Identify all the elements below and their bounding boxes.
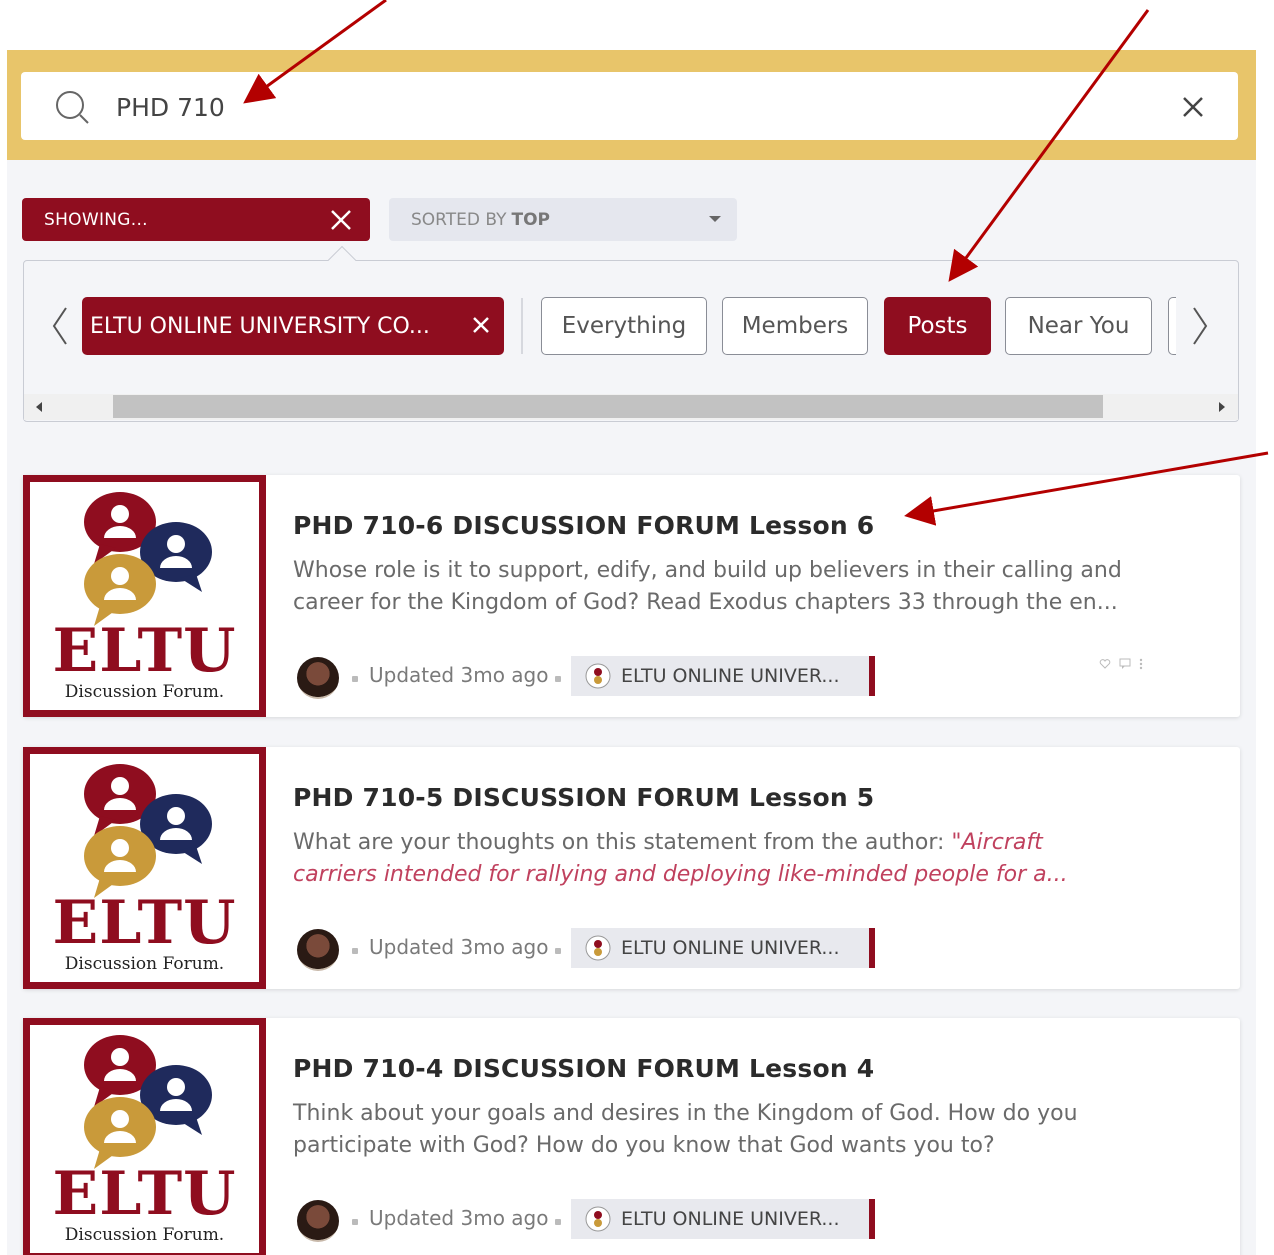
thumbnail-caption: Discussion Forum. (64, 954, 225, 974)
chevron-right-icon[interactable] (1188, 304, 1212, 348)
chip-divider (521, 298, 523, 354)
close-icon[interactable] (328, 207, 354, 233)
post-title[interactable]: PHD 710-4 DISCUSSION FORUM Lesson 4 (293, 1054, 874, 1083)
post-updated: Updated 3mo ago (369, 663, 549, 687)
sort-select[interactable]: SORTED BY TOP (389, 198, 737, 241)
chip-near-you[interactable]: Near You (1005, 297, 1152, 355)
post-card[interactable]: ELTU Discussion Forum. PHD 710-6 DISCUSS… (23, 475, 1240, 717)
thumbnail-brand: ELTU (52, 888, 237, 958)
sort-prefix: SORTED BY (411, 209, 507, 230)
showing-filter-button[interactable]: SHOWING... (22, 198, 370, 241)
group-logo-icon (585, 663, 611, 689)
meta-separator (352, 1219, 358, 1225)
forum-thumbnail: ELTU Discussion Forum. (23, 475, 266, 717)
meta-separator (352, 676, 358, 682)
group-badge[interactable]: ELTU ONLINE UNIVER... (571, 1199, 875, 1239)
meta-separator (352, 948, 358, 954)
meta-separator (555, 676, 561, 682)
chip-posts[interactable]: Posts (884, 297, 991, 355)
scope-chip[interactable]: ELTU ONLINE UNIVERSITY CO... (82, 297, 504, 355)
post-card[interactable]: ELTU Discussion Forum. PHD 710-5 DISCUSS… (23, 747, 1240, 989)
sort-value: TOP (511, 209, 550, 230)
showing-label: SHOWING... (44, 209, 148, 230)
avatar[interactable] (297, 929, 339, 971)
forum-thumbnail: ELTU Discussion Forum. (23, 747, 266, 989)
post-excerpt: Whose role is it to support, edify, and … (293, 558, 1122, 615)
chip-partial[interactable] (1168, 297, 1176, 355)
thumbnail-brand: ELTU (52, 1159, 237, 1229)
scroll-left-icon[interactable] (36, 402, 42, 412)
post-excerpt: What are your thoughts on this statement… (293, 830, 1068, 887)
post-title[interactable]: PHD 710-6 DISCUSSION FORUM Lesson 6 (293, 511, 874, 540)
chip-members[interactable]: Members (722, 297, 868, 355)
more-icon[interactable] (1139, 658, 1143, 670)
group-badge[interactable]: ELTU ONLINE UNIVER... (571, 928, 875, 968)
post-actions (1099, 658, 1143, 670)
group-name: ELTU ONLINE UNIVER... (621, 665, 840, 687)
post-card[interactable]: ELTU Discussion Forum. PHD 710-4 DISCUSS… (23, 1018, 1240, 1255)
post-updated: Updated 3mo ago (369, 935, 549, 959)
group-logo-icon (585, 935, 611, 961)
search-icon (56, 91, 89, 124)
avatar[interactable] (297, 657, 339, 699)
post-updated: Updated 3mo ago (369, 1206, 549, 1230)
thumbnail-caption: Discussion Forum. (64, 1225, 225, 1245)
scope-chip-label: ELTU ONLINE UNIVERSITY CO... (90, 313, 430, 339)
chip-everything[interactable]: Everything (541, 297, 707, 355)
forum-thumbnail: ELTU Discussion Forum. (23, 1018, 266, 1255)
scrollbar-thumb[interactable] (113, 395, 1103, 418)
scroll-right-icon[interactable] (1219, 402, 1225, 412)
group-name: ELTU ONLINE UNIVER... (621, 937, 840, 959)
post-excerpt: Think about your goals and desires in th… (293, 1101, 1078, 1158)
close-icon[interactable] (1176, 90, 1210, 124)
heart-icon[interactable] (1099, 658, 1111, 670)
post-title[interactable]: PHD 710-5 DISCUSSION FORUM Lesson 5 (293, 783, 874, 812)
close-icon[interactable] (470, 314, 492, 336)
thumbnail-brand: ELTU (52, 616, 237, 686)
avatar[interactable] (297, 1200, 339, 1242)
search-input[interactable] (116, 86, 1156, 128)
group-logo-icon (585, 1206, 611, 1232)
chevron-left-icon[interactable] (48, 304, 72, 348)
meta-separator (555, 1219, 561, 1225)
chevron-down-icon (709, 216, 721, 222)
group-badge[interactable]: ELTU ONLINE UNIVER... (571, 656, 875, 696)
comment-icon[interactable] (1119, 658, 1131, 670)
group-name: ELTU ONLINE UNIVER... (621, 1208, 840, 1230)
thumbnail-caption: Discussion Forum. (64, 682, 225, 702)
meta-separator (555, 948, 561, 954)
